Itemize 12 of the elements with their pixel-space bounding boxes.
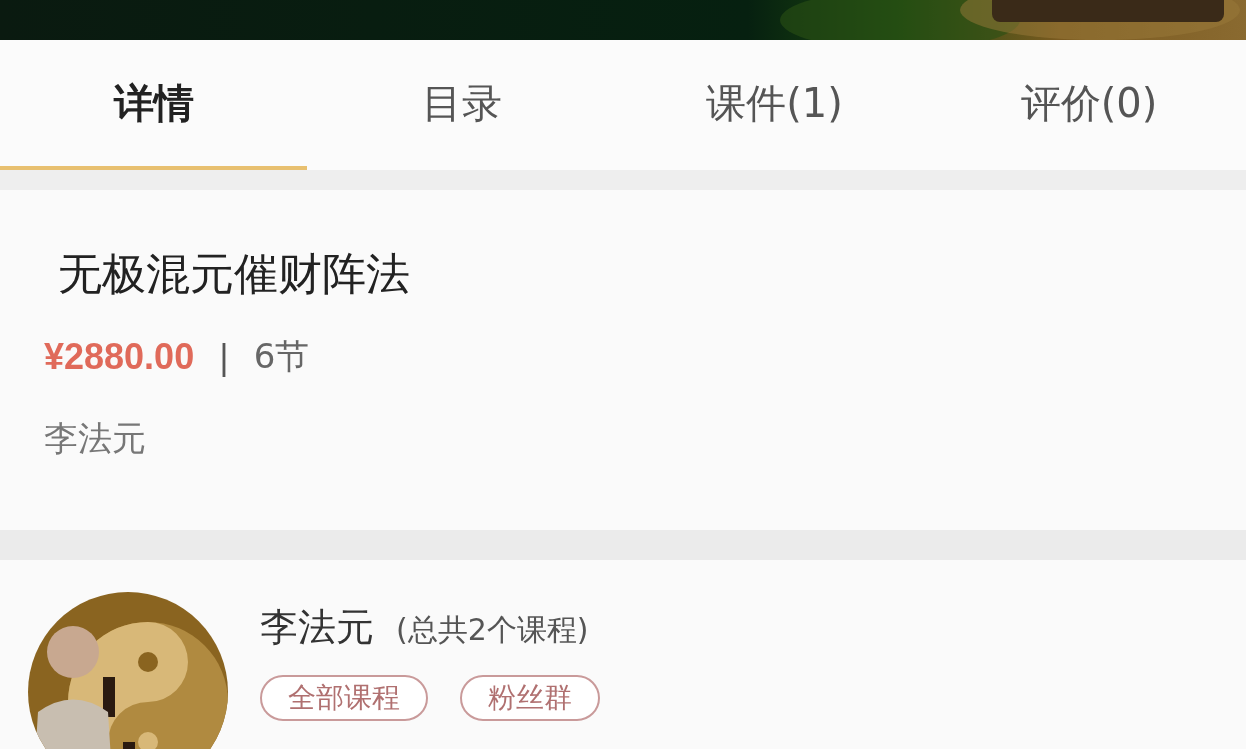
teacher-name: 李法元 xyxy=(260,604,374,651)
separator: | xyxy=(218,337,230,377)
tab[interactable]: 评价(0) xyxy=(932,40,1246,170)
course-author: 李法元 xyxy=(44,417,147,460)
course-price: ¥2880.00 xyxy=(44,336,195,378)
course-title: 无极混元催财阵法 xyxy=(57,247,411,301)
pill-button[interactable]: 全部课程 xyxy=(260,675,428,721)
lesson-count: 6节 xyxy=(253,335,310,378)
tab[interactable]: 目录 xyxy=(307,40,617,170)
tab[interactable]: 课件(1) xyxy=(617,40,932,170)
pill-button[interactable]: 粉丝群 xyxy=(460,675,600,721)
course-count: (总共2个课程) xyxy=(396,611,589,649)
